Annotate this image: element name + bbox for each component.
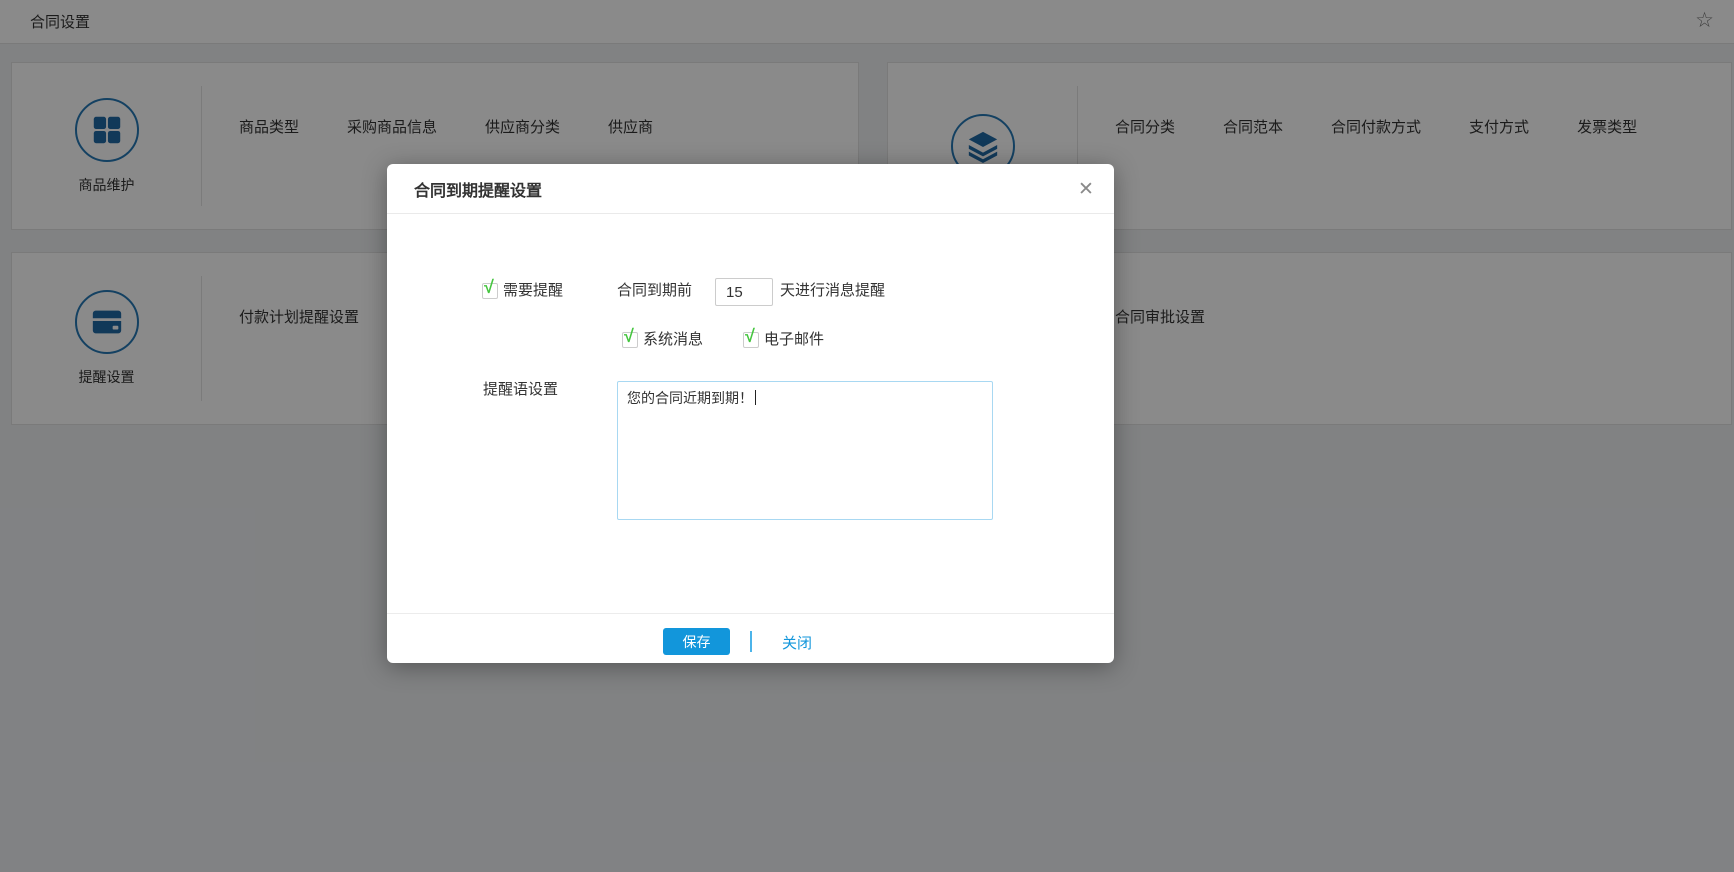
reminder-message-text: 您的合同近期到期！ [627, 390, 753, 406]
email-label: 电子邮件 [764, 331, 824, 349]
system-message-label: 系统消息 [643, 331, 703, 349]
days-prefix-label: 合同到期前 [617, 282, 692, 300]
reminder-message-label: 提醒语设置 [483, 381, 558, 399]
footer-divider [387, 613, 1114, 614]
reminder-message-textarea[interactable]: 您的合同近期到期！ [617, 381, 993, 520]
check-icon: √ [745, 326, 755, 346]
text-caret [755, 390, 756, 405]
check-icon: √ [484, 277, 494, 297]
need-reminder-label: 需要提醒 [503, 282, 563, 300]
check-icon: √ [624, 326, 634, 346]
days-suffix-label: 天进行消息提醒 [780, 282, 885, 300]
dialog-title: 合同到期提醒设置 [414, 177, 542, 201]
header-divider [387, 213, 1114, 214]
button-separator [750, 631, 752, 652]
contract-expiry-reminder-dialog: 合同到期提醒设置 ✕ √ 需要提醒 合同到期前 天进行消息提醒 √ 系统消息 √… [387, 164, 1114, 663]
close-button[interactable]: 关闭 [782, 632, 812, 653]
need-reminder-checkbox[interactable]: √ [482, 283, 498, 299]
close-icon[interactable]: ✕ [1072, 176, 1100, 204]
save-button[interactable]: 保存 [663, 628, 730, 655]
days-input[interactable] [715, 278, 773, 306]
system-message-checkbox[interactable]: √ [622, 332, 638, 348]
email-checkbox[interactable]: √ [743, 332, 759, 348]
